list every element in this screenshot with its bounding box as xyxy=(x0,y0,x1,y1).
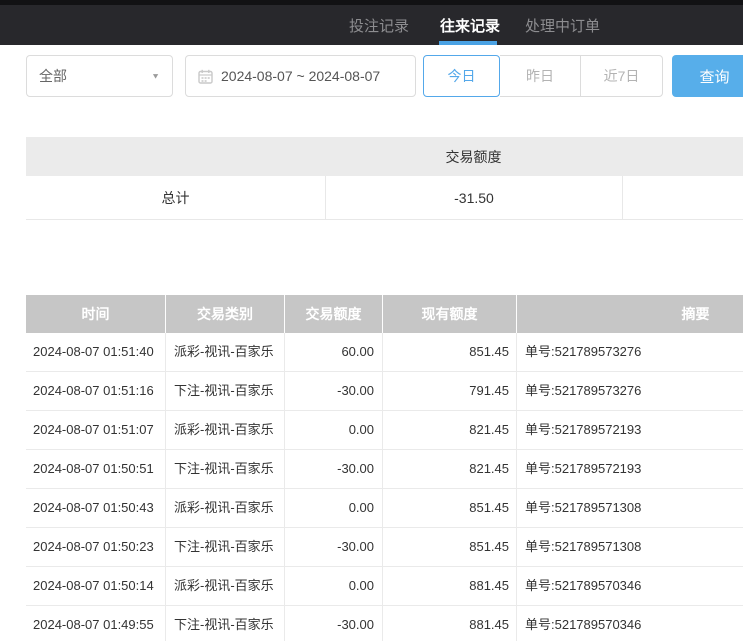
quick-range-group: 今日 昨日 近7日 xyxy=(423,55,663,97)
type-select[interactable]: 全部 ▼ xyxy=(26,55,173,97)
query-button[interactable]: 查询 xyxy=(672,55,743,97)
table-row: 2024-08-07 01:50:14 派彩-视讯-百家乐 0.00 881.4… xyxy=(26,567,743,606)
table-row: 2024-08-07 01:50:23 下注-视讯-百家乐 -30.00 851… xyxy=(26,528,743,567)
quick-range-yesterday-button[interactable]: 昨日 xyxy=(500,55,580,97)
cell-time: 2024-08-07 01:50:51 xyxy=(26,450,165,488)
cell-type: 下注-视讯-百家乐 xyxy=(165,450,284,488)
cell-type: 下注-视讯-百家乐 xyxy=(165,528,284,566)
table-row: 2024-08-07 01:49:55 下注-视讯-百家乐 -30.00 881… xyxy=(26,606,743,641)
tab-processing-orders[interactable]: 处理中订单 xyxy=(525,5,600,45)
cell-amount: -30.00 xyxy=(284,450,382,488)
table-row: 2024-08-07 01:50:51 下注-视讯-百家乐 -30.00 821… xyxy=(26,450,743,489)
table-row: 2024-08-07 01:51:07 派彩-视讯-百家乐 0.00 821.4… xyxy=(26,411,743,450)
summary-total-label: 总计 xyxy=(26,176,325,219)
records-table-header: 时间 交易类别 交易额度 现有额度 摘要 xyxy=(26,295,743,333)
cell-summary: 单号:521789573276 xyxy=(516,333,743,371)
cell-type: 派彩-视讯-百家乐 xyxy=(165,489,284,527)
cell-balance: 851.45 xyxy=(382,333,516,371)
date-range-value: 2024-08-07 ~ 2024-08-07 xyxy=(221,68,380,84)
cell-summary: 单号:521789572193 xyxy=(516,411,743,449)
records-page: 投注记录 往来记录 处理中订单 全部 ▼ 2024-08-07 ~ 2024-0… xyxy=(0,0,743,641)
cell-time: 2024-08-07 01:51:07 xyxy=(26,411,165,449)
cell-type: 派彩-视讯-百家乐 xyxy=(165,411,284,449)
records-table-body: 2024-08-07 01:51:40 派彩-视讯-百家乐 60.00 851.… xyxy=(26,333,743,641)
cell-type: 下注-视讯-百家乐 xyxy=(165,606,284,641)
cell-time: 2024-08-07 01:51:16 xyxy=(26,372,165,410)
cell-amount: 0.00 xyxy=(284,567,382,605)
cell-balance: 821.45 xyxy=(382,411,516,449)
cell-time: 2024-08-07 01:49:55 xyxy=(26,606,165,641)
cell-summary: 单号:521789570346 xyxy=(516,567,743,605)
summary-total-extra xyxy=(622,176,743,219)
tab-betting-records[interactable]: 投注记录 xyxy=(349,5,409,45)
cell-balance: 821.45 xyxy=(382,450,516,488)
cell-time: 2024-08-07 01:50:14 xyxy=(26,567,165,605)
cell-summary: 单号:521789572193 xyxy=(516,450,743,488)
cell-balance: 851.45 xyxy=(382,528,516,566)
cell-amount: -30.00 xyxy=(284,528,382,566)
cell-amount: -30.00 xyxy=(284,372,382,410)
quick-range-today-button[interactable]: 今日 xyxy=(423,55,500,97)
calendar-icon xyxy=(198,69,213,84)
tab-transaction-records[interactable]: 往来记录 xyxy=(440,5,500,45)
cell-amount: 60.00 xyxy=(284,333,382,371)
cell-time: 2024-08-07 01:51:40 xyxy=(26,333,165,371)
cell-amount: 0.00 xyxy=(284,411,382,449)
table-row: 2024-08-07 01:51:40 派彩-视讯-百家乐 60.00 851.… xyxy=(26,333,743,372)
cell-type: 下注-视讯-百家乐 xyxy=(165,372,284,410)
cell-type: 派彩-视讯-百家乐 xyxy=(165,567,284,605)
cell-time: 2024-08-07 01:50:23 xyxy=(26,528,165,566)
cell-time: 2024-08-07 01:50:43 xyxy=(26,489,165,527)
cell-summary: 单号:521789571308 xyxy=(516,489,743,527)
quick-range-last7days-button[interactable]: 近7日 xyxy=(580,55,663,97)
active-tab-indicator xyxy=(439,41,497,45)
cell-amount: -30.00 xyxy=(284,606,382,641)
date-range-input[interactable]: 2024-08-07 ~ 2024-08-07 xyxy=(185,55,416,97)
header-amount: 交易额度 xyxy=(284,295,382,333)
cell-summary: 单号:521789573276 xyxy=(516,372,743,410)
summary-total-row: 总计 -31.50 xyxy=(26,176,743,220)
cell-summary: 单号:521789571308 xyxy=(516,528,743,566)
header-balance: 现有额度 xyxy=(382,295,516,333)
table-row: 2024-08-07 01:50:43 派彩-视讯-百家乐 0.00 851.4… xyxy=(26,489,743,528)
header-type: 交易类别 xyxy=(165,295,284,333)
cell-balance: 791.45 xyxy=(382,372,516,410)
cell-summary: 单号:521789570346 xyxy=(516,606,743,641)
top-navbar: 投注记录 往来记录 处理中订单 xyxy=(0,5,743,45)
summary-header-balance: 现有额度 xyxy=(622,147,743,167)
summary-table: 交易额度 现有额度 总计 -31.50 xyxy=(26,137,743,220)
records-table: 时间 交易类别 交易额度 现有额度 摘要 2024-08-07 01:51:40… xyxy=(26,295,743,641)
header-summary: 摘要 xyxy=(516,295,743,333)
type-select-value: 全部 xyxy=(39,66,67,86)
summary-header-row: 交易额度 现有额度 xyxy=(26,137,743,176)
summary-header-amount: 交易额度 xyxy=(325,147,622,167)
table-row: 2024-08-07 01:51:16 下注-视讯-百家乐 -30.00 791… xyxy=(26,372,743,411)
cell-balance: 881.45 xyxy=(382,606,516,641)
summary-total-amount: -31.50 xyxy=(325,176,622,219)
cell-amount: 0.00 xyxy=(284,489,382,527)
cell-type: 派彩-视讯-百家乐 xyxy=(165,333,284,371)
cell-balance: 881.45 xyxy=(382,567,516,605)
header-time: 时间 xyxy=(26,295,165,333)
cell-balance: 851.45 xyxy=(382,489,516,527)
chevron-down-icon: ▼ xyxy=(151,72,160,81)
